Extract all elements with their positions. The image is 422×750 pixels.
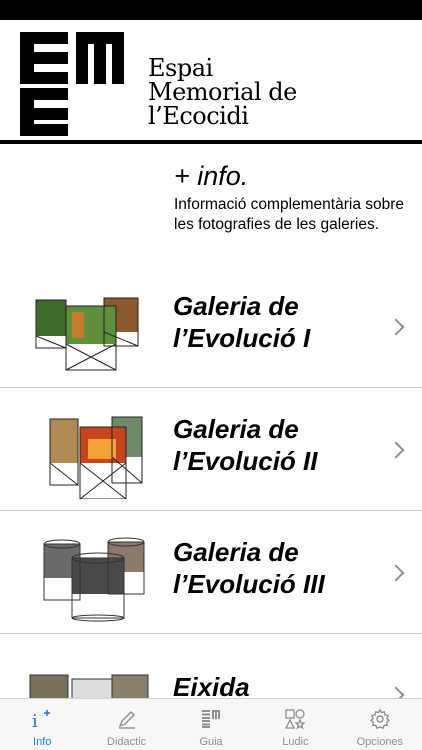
header-divider [0,140,422,144]
gallery-thumbnail [8,276,156,376]
eme-logo-icon [20,32,124,136]
tab-ludic[interactable]: Ludic [253,699,337,750]
gallery-title: Galeria de l’Evolució II [173,414,318,476]
tab-label: Info [33,736,52,748]
info-section[interactable]: + info. Informació complementària sobre … [174,160,414,235]
eme-logo-icon [199,707,223,731]
tab-guia[interactable]: Guia [169,699,253,750]
gallery-thumbnail [8,399,156,499]
tab-label: Ludic [282,736,309,748]
chevron-right-icon [387,441,405,458]
logo-line-3: l’Ecocidi [148,102,249,130]
tab-didactic[interactable]: Didactic [84,699,168,750]
shapes-icon [283,707,307,731]
tab-bar: i Info Didactic Guia Ludic Opciones [0,698,422,750]
gallery-row-evolucio-3[interactable]: Galeria de l’Evolució III [0,512,422,634]
gallery-title: Galeria de l’Evolució I [173,291,311,353]
tab-info[interactable]: i Info [0,699,84,750]
tab-label: Opciones [356,736,404,748]
tab-label: Guia [199,736,223,748]
pencil-icon [115,707,139,731]
tab-label: Didactic [107,736,147,748]
logo-line-2: Memorial de [148,78,297,106]
app-header: Espai Memorial de l’Ecocidi [0,20,422,142]
info-description: Informació complementària sobre les foto… [174,196,405,233]
gallery-thumbnail [8,522,156,622]
svg-text:i: i [32,711,38,730]
info-plus-icon: i [30,707,54,731]
info-title: + info. [174,161,249,191]
gallery-title: Galeria de l’Evolució III [173,537,325,599]
logo-wordmark: Espai Memorial de l’Ecocidi [148,56,297,128]
logo-line-1: Espai [148,54,213,82]
gallery-row-evolucio-1[interactable]: Galeria de l’Evolució I [0,266,422,388]
chevron-right-icon [387,318,405,335]
tab-opciones[interactable]: Opciones [338,699,422,750]
chevron-right-icon [387,564,405,581]
gear-icon [368,707,392,731]
status-bar [0,0,422,20]
gallery-row-evolucio-2[interactable]: Galeria de l’Evolució II [0,389,422,511]
